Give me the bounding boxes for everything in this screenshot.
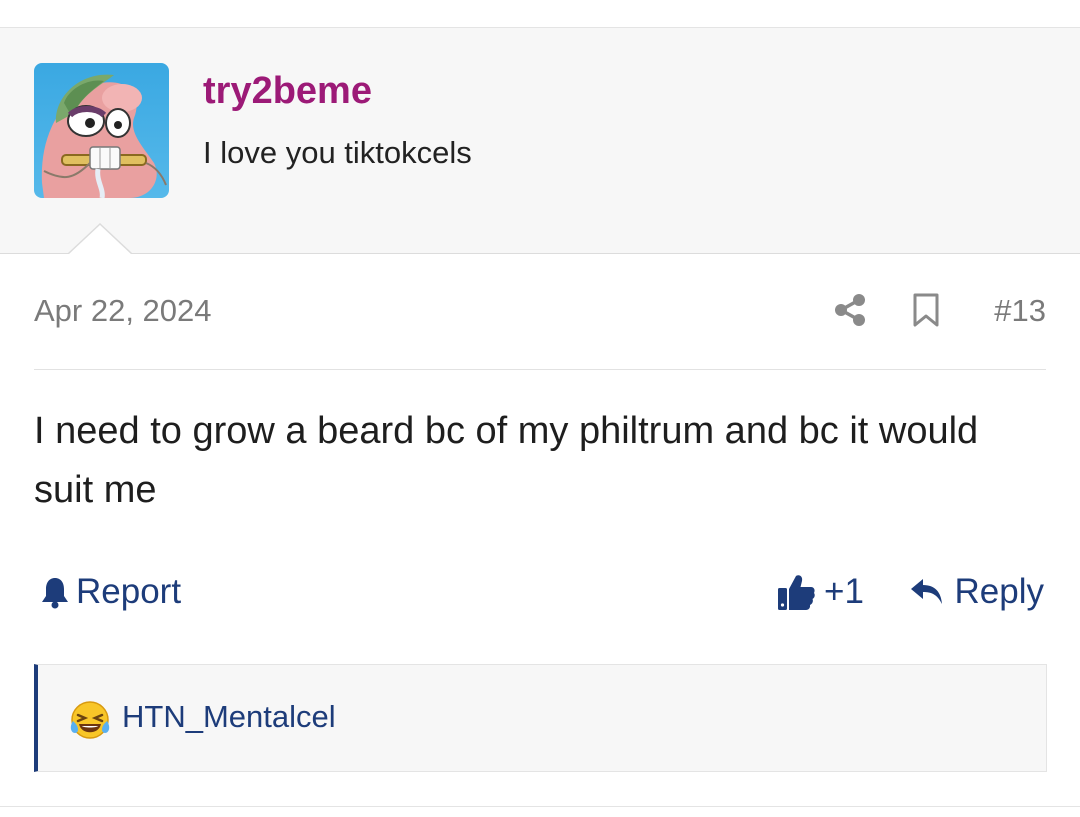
- reactions-bar[interactable]: HTN_Mentalcel: [34, 664, 1047, 772]
- crying-laughing-emoji-icon: [70, 701, 110, 739]
- message-user-block: try2beme I love you tiktokcels: [0, 28, 1080, 254]
- reply-button[interactable]: Reply: [909, 570, 1044, 614]
- like-button[interactable]: +1: [776, 570, 864, 614]
- bell-icon: [42, 578, 68, 609]
- share-icon[interactable]: [834, 293, 866, 327]
- username[interactable]: try2beme: [203, 68, 372, 114]
- avatar[interactable]: [34, 63, 169, 198]
- message-arrow-caret: [68, 222, 132, 256]
- report-label: Report: [76, 572, 182, 611]
- bookmark-icon[interactable]: [912, 293, 940, 327]
- report-button[interactable]: Report: [40, 570, 181, 614]
- post-meta-bar: Apr 22, 2024 #13: [34, 285, 1046, 337]
- thumbs-up-icon: [778, 575, 815, 610]
- post-date[interactable]: Apr 22, 2024: [34, 291, 212, 331]
- user-title: I love you tiktokcels: [203, 135, 472, 170]
- post-body-text: I need to grow a beard bc of my philtrum…: [34, 410, 979, 511]
- post-number[interactable]: #13: [994, 291, 1046, 331]
- post-actions-bar: Report +1 Reply: [34, 566, 1046, 620]
- bottom-divider: [0, 806, 1080, 807]
- reply-label: Reply: [954, 572, 1044, 611]
- reaction-user-link[interactable]: HTN_Mentalcel: [122, 696, 336, 738]
- meta-divider: [34, 369, 1046, 370]
- reply-arrow-icon: [910, 579, 942, 604]
- like-count: +1: [824, 572, 864, 611]
- patrick-star-avatar-icon: [34, 63, 169, 198]
